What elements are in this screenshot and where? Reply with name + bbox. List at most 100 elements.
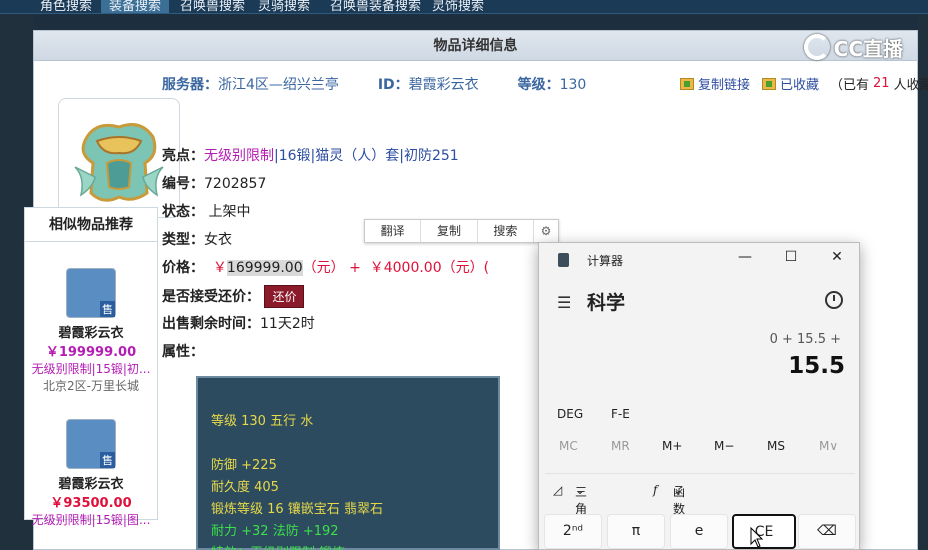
menu-icon[interactable]: ☰	[557, 293, 571, 312]
highlight-no-level: 无级别限制	[204, 148, 274, 164]
calculator-mode: 科学	[587, 292, 626, 314]
calculator-app-icon	[558, 253, 569, 267]
second-button[interactable]: 2ⁿᵈ	[544, 514, 602, 549]
tab-role-search[interactable]: 角色搜索	[40, 0, 92, 13]
server-value: 浙江4区—绍兴兰亭	[218, 77, 339, 93]
backspace-button[interactable]: ⌫	[798, 514, 856, 549]
price-row: 价格： ￥169999.00（元） + ￥4000.00（元）(	[162, 257, 489, 277]
highlight-row: 亮点：无级别限制|16锻|猫灵（人）套|初防251	[162, 145, 459, 165]
list-item[interactable]: 售 碧霞彩云衣 ￥93500.00 无级别限制|15锻|图...	[25, 419, 157, 528]
selection-context-menu: 翻译 复制 搜索 ⚙	[364, 219, 559, 243]
price-label: 价格：	[162, 260, 204, 276]
mouse-cursor-icon	[750, 527, 764, 548]
attr-line-2: 防御 +225	[211, 458, 277, 473]
copy-button[interactable]: 复制	[421, 220, 478, 242]
calculator-expression: 0 + 15.5 +	[769, 332, 841, 347]
fe-button[interactable]: F-E	[611, 407, 630, 421]
tab-summon-search[interactable]: 召唤兽搜索	[180, 0, 245, 13]
attr-line-3: 耐久度 405	[211, 480, 279, 495]
top-nav: 角色搜索 装备搜索 召唤兽搜索 灵骑搜索 召唤兽装备搜索 灵饰搜索	[0, 0, 928, 14]
panel-title-text: 物品详细信息	[433, 38, 518, 54]
deg-button[interactable]: DEG	[557, 407, 583, 421]
function-dropdown[interactable]: 函数 ⌄	[673, 483, 685, 516]
attr-line-1: 等级 130 五行 水	[211, 414, 314, 429]
bargain-row: 是否接受还价： 还价	[162, 285, 305, 308]
e-button[interactable]: e	[670, 514, 728, 549]
tab-mount-search[interactable]: 灵骑搜索	[258, 0, 310, 13]
copy-link-icon	[680, 77, 694, 90]
close-icon[interactable]: ✕	[827, 249, 847, 265]
highlight-label: 亮点：	[162, 148, 204, 164]
translate-button[interactable]: 翻译	[365, 220, 422, 242]
cc-logo-text: CC直播	[833, 36, 903, 61]
trig-dropdown[interactable]: 三角学 ⌄	[575, 483, 587, 533]
item-name[interactable]: 碧霞彩云衣	[25, 473, 157, 492]
tab-equip-search[interactable]: 装备搜索	[101, 0, 170, 13]
ce-button[interactable]: CE	[732, 514, 796, 549]
ms-button[interactable]: MS	[767, 439, 785, 453]
bargain-button[interactable]: 还价	[264, 285, 305, 308]
copy-link-button[interactable]: 复制链接	[680, 74, 750, 93]
type-label: 类型：	[162, 232, 204, 248]
level-label: 等级：	[517, 77, 560, 93]
favorite-count-number: 21	[873, 76, 890, 91]
type-row: 类型：女衣	[162, 229, 232, 249]
panel-title: 物品详细信息	[34, 31, 917, 61]
page-edge-right	[918, 14, 928, 550]
calculator-keypad: 2ⁿᵈ π e CE ⌫	[544, 514, 856, 550]
m-minus-button[interactable]: M−	[714, 439, 734, 453]
price-value-selected[interactable]: 169999.00	[226, 260, 303, 276]
favorite-count: （已有21人收藏）	[830, 74, 928, 93]
list-item[interactable]: 售 碧霞彩云衣 ￥199999.00 无级别限制|15锻|初... 北京2区-万…	[25, 268, 157, 394]
favorite-count-prefix: （已有	[830, 78, 870, 93]
similar-items-sidebar: 相似物品推荐 售 碧霞彩云衣 ￥199999.00 无级别限制|15锻|初...…	[24, 207, 158, 527]
remaining-label: 出售剩余时间：	[162, 316, 260, 332]
status-row: 状态： 上架中	[162, 201, 250, 221]
memory-row: MC MR M+ M− MS M∨	[539, 439, 859, 461]
history-icon[interactable]	[825, 291, 843, 309]
calculator-titlebar[interactable]: 计算器 — ☐ ✕	[539, 243, 859, 277]
attr-line-6: 特效：无级别限制 锻炼...	[211, 542, 358, 550]
search-button[interactable]: 搜索	[478, 220, 534, 242]
level-value: 130	[559, 77, 587, 93]
gear-icon[interactable]: ⚙	[534, 220, 558, 242]
item-thumbnail[interactable]: 售	[66, 268, 116, 318]
cc-logo-icon	[803, 34, 830, 60]
attr-line-5: 耐力 +32 法防 +192	[211, 524, 339, 539]
item-name[interactable]: 碧霞彩云衣	[25, 322, 157, 341]
attr-line-4: 锻炼等级 16 镶嵌宝石 翡翠石	[211, 502, 383, 517]
calculator-display: 15.5	[788, 353, 845, 379]
item-price: ￥93500.00	[50, 496, 132, 511]
price-unit: （元）	[302, 260, 345, 276]
item-thumbnail[interactable]: 售	[66, 419, 116, 469]
tab-summon-equip-search[interactable]: 召唤兽装备搜索	[330, 0, 421, 13]
function-label: 函数	[673, 485, 686, 516]
cc-live-logo: CC直播	[803, 33, 903, 61]
remaining-value: 11天2时	[260, 316, 315, 332]
item-tags: 无级别限制|15锻|初...	[31, 362, 151, 376]
status-value: 上架中	[208, 204, 251, 220]
calculator-title: 计算器	[587, 254, 624, 268]
minimize-icon[interactable]: —	[735, 249, 755, 265]
item-tags: 无级别限制|15锻|图...	[31, 513, 151, 527]
price-currency: ￥	[212, 260, 227, 276]
status-label: 状态：	[162, 204, 204, 220]
tab-ornament-search[interactable]: 灵饰搜索	[432, 0, 484, 13]
copy-link-label: 复制链接	[698, 78, 751, 93]
mr-button[interactable]: MR	[611, 439, 630, 453]
m-plus-button[interactable]: M+	[662, 439, 682, 453]
m-list-button[interactable]: M∨	[819, 439, 838, 453]
highlight-rest: |16锻|猫灵（人）套|初防251	[274, 148, 459, 164]
favorite-button[interactable]: 已收藏	[762, 74, 819, 93]
favorite-count-suffix: 人收藏）	[893, 78, 928, 93]
id-label: ID：	[377, 77, 409, 93]
item-price: ￥199999.00	[45, 345, 137, 360]
maximize-icon[interactable]: ☐	[781, 249, 801, 265]
robe-icon	[74, 123, 164, 202]
pi-button[interactable]: π	[607, 514, 665, 549]
trig-icon: ◿	[553, 483, 563, 497]
mc-button[interactable]: MC	[559, 439, 578, 453]
bargain-label: 是否接受还价：	[162, 289, 260, 305]
favorite-label: 已收藏	[780, 78, 820, 93]
id-value: 碧霞彩云衣	[408, 77, 479, 93]
